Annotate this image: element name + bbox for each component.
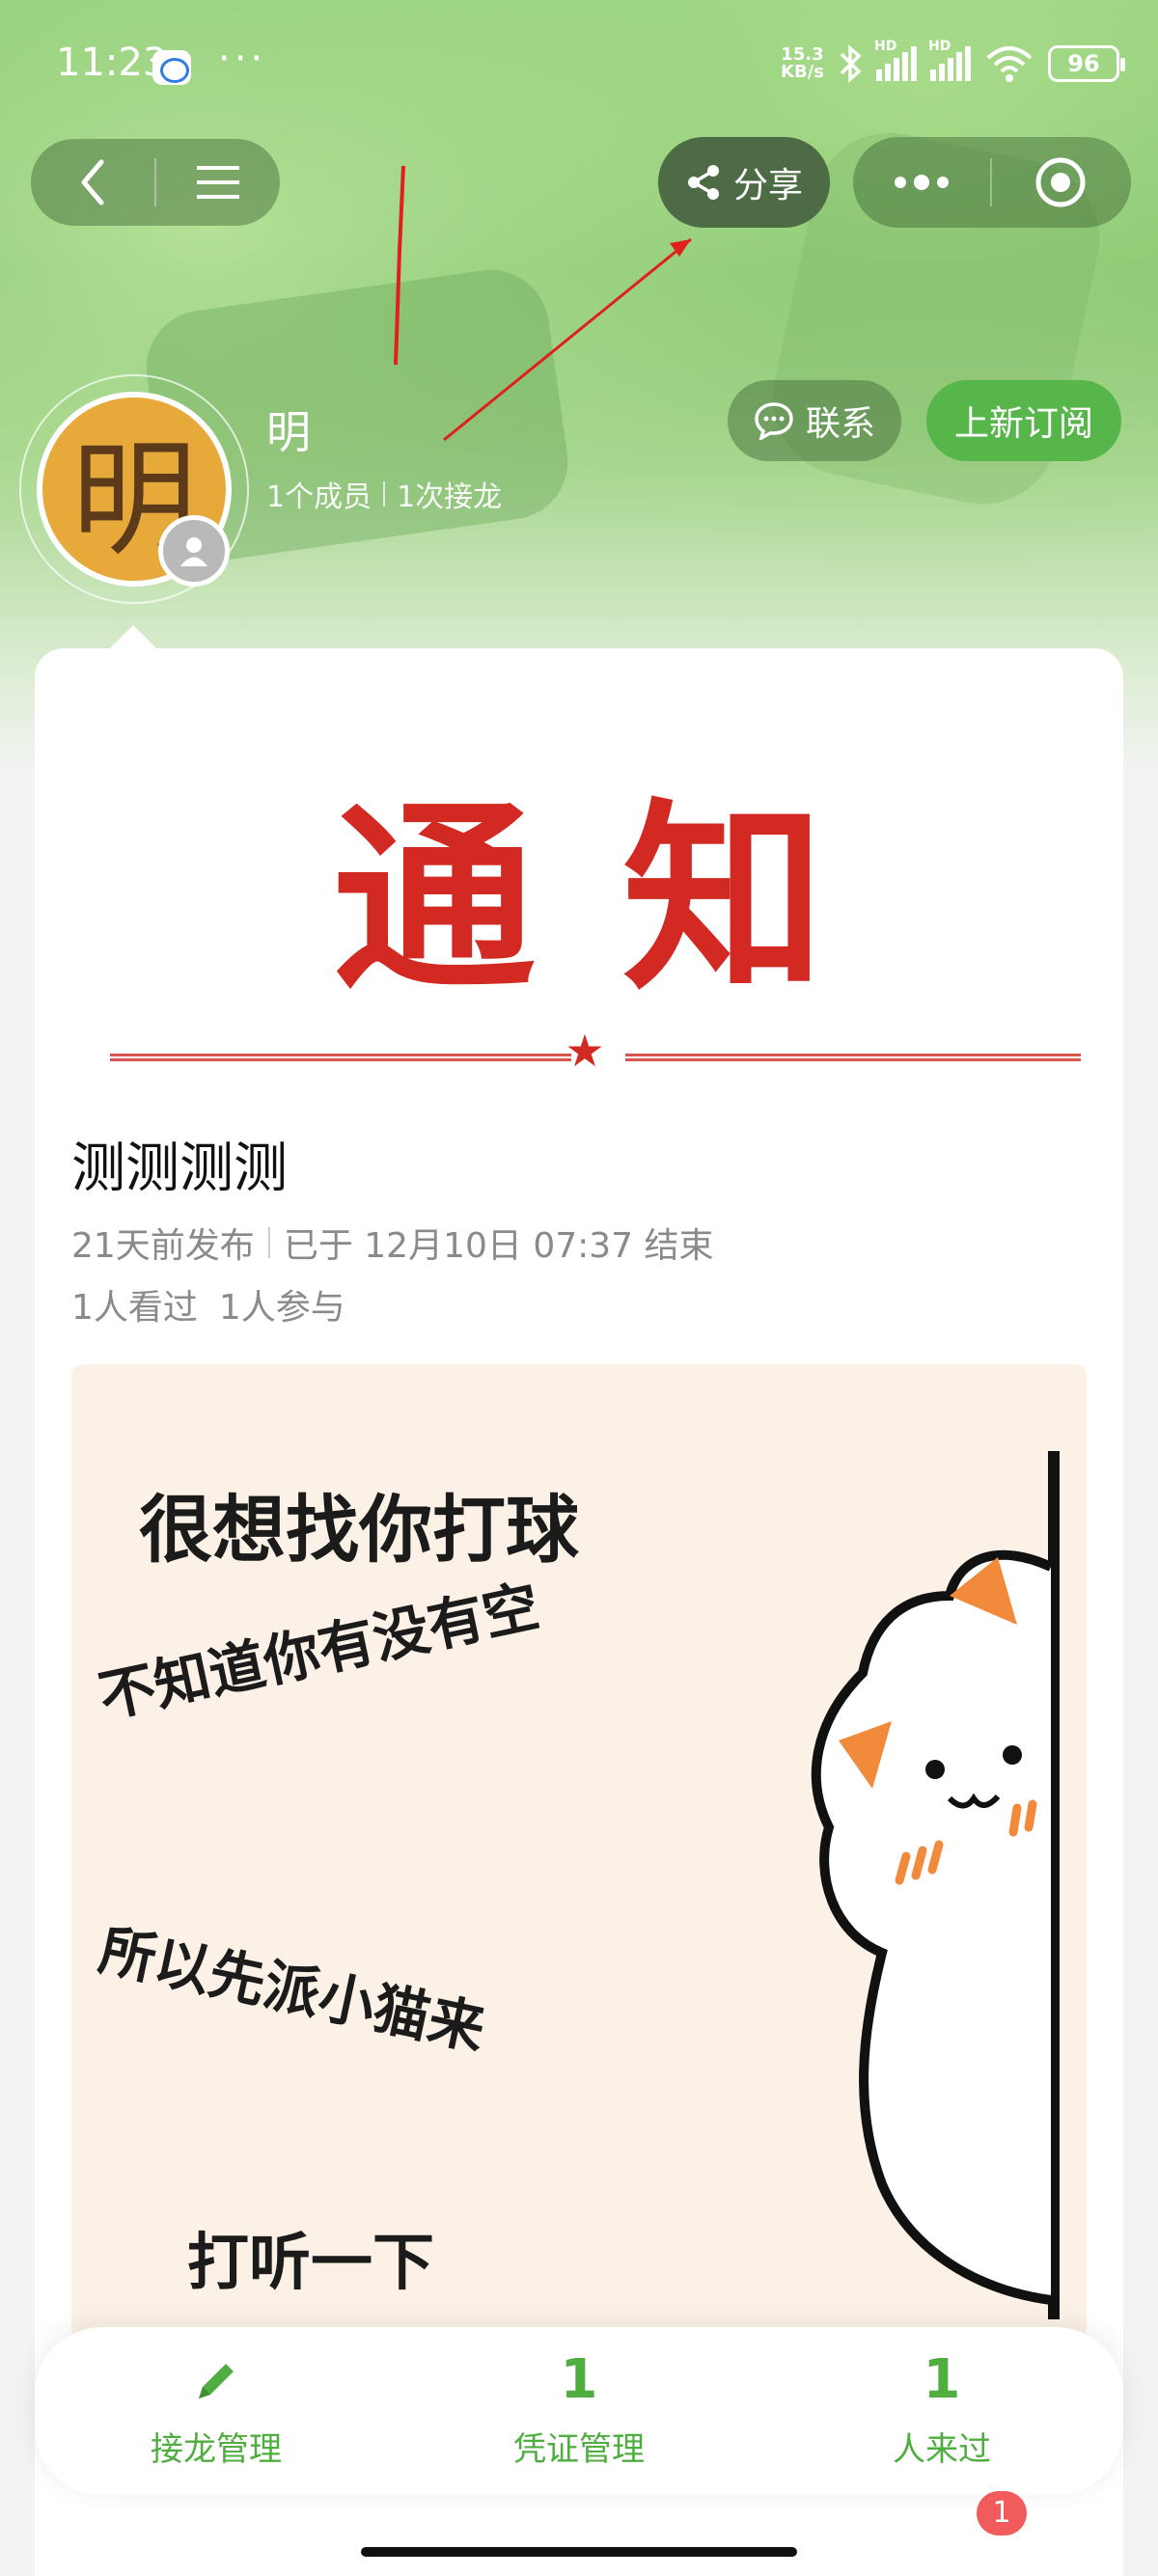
visitors-button[interactable]: 1 人来过 bbox=[760, 2327, 1123, 2495]
post-title: 测测测测 bbox=[71, 1137, 288, 1200]
visitor-count: 1 bbox=[923, 2347, 961, 2411]
more-options-button[interactable] bbox=[853, 137, 990, 228]
voucher-count: 1 bbox=[560, 2347, 598, 2411]
participant-count: 1人参与 bbox=[218, 1288, 345, 1328]
share-label: 分享 bbox=[732, 166, 803, 206]
nav-capsule-left bbox=[31, 139, 280, 226]
end-time: 已于 12月10日 07:37 结束 bbox=[283, 1226, 714, 1266]
status-bar: 11:23 ··· 15.3 KB/s HD HD 96 bbox=[0, 0, 1158, 135]
target-close-icon bbox=[1035, 157, 1086, 207]
contact-button[interactable]: 联系 bbox=[728, 380, 901, 461]
network-speed: 15.3 KB/s bbox=[781, 44, 824, 82]
post-stats: 1人看过 1人参与 bbox=[71, 1279, 345, 1329]
divider bbox=[383, 481, 386, 507]
avatar-person-badge bbox=[158, 515, 230, 587]
meme-text: 打听一下 bbox=[187, 2228, 434, 2299]
more-notifications-icon: ··· bbox=[218, 37, 267, 81]
avatar-pointer bbox=[110, 625, 156, 648]
post-image[interactable]: 很想找你打球 不知道你有没有空 所以先派小猫来 打听一下 ●● bbox=[71, 1364, 1087, 2368]
person-icon bbox=[180, 537, 207, 566]
menu-icon bbox=[197, 166, 239, 199]
battery-indicator: 96 bbox=[1048, 45, 1125, 82]
notification-app-icon bbox=[152, 50, 191, 85]
chevron-left-icon bbox=[81, 159, 104, 206]
view-count: 1人看过 bbox=[71, 1288, 198, 1328]
publish-time: 21天前发布 bbox=[71, 1226, 255, 1266]
notification-badge: 1 bbox=[977, 2491, 1027, 2535]
bluetooth-icon bbox=[840, 44, 862, 83]
contact-label: 联系 bbox=[805, 404, 875, 444]
meme-text: 所以先派小猫来 bbox=[94, 1916, 491, 2063]
action-label: 人来过 bbox=[893, 2429, 991, 2469]
divider bbox=[267, 1227, 270, 1258]
status-icons: 15.3 KB/s HD HD 96 bbox=[781, 39, 1125, 83]
divider bbox=[625, 1054, 1081, 1061]
chat-bubble-icon bbox=[755, 402, 793, 440]
share-button[interactable]: 分享 bbox=[658, 137, 830, 228]
action-label: 接龙管理 bbox=[151, 2429, 282, 2469]
menu-button[interactable] bbox=[156, 139, 280, 226]
star-icon: ★ bbox=[565, 1025, 605, 1077]
divider bbox=[110, 1054, 571, 1061]
relay-count: 1次接龙 bbox=[397, 480, 503, 514]
profile-stats: 1个成员 1次接龙 bbox=[266, 473, 502, 515]
back-button[interactable] bbox=[31, 139, 154, 226]
home-indicator[interactable] bbox=[361, 2547, 797, 2557]
signal-icon: HD bbox=[874, 39, 917, 81]
post-meta: 21天前发布 已于 12月10日 07:37 结束 bbox=[71, 1218, 714, 1268]
more-dots-icon bbox=[895, 175, 949, 190]
meme-text: 不知道你有没有空 bbox=[93, 1573, 545, 1731]
post-card: 通知 ★ 测测测测 21天前发布 已于 12月10日 07:37 结束 1人看过… bbox=[35, 648, 1123, 2576]
bottom-tab-bar bbox=[35, 2508, 1123, 2576]
bottom-action-bar: 接龙管理 1 凭证管理 1 人来过 bbox=[35, 2327, 1123, 2495]
signal-icon: HD bbox=[928, 39, 971, 81]
cat-illustration bbox=[811, 1451, 1060, 2319]
status-time: 11:23 bbox=[56, 41, 168, 85]
pencil-icon bbox=[191, 2353, 241, 2409]
action-label: 凭证管理 bbox=[513, 2429, 645, 2469]
member-count: 1个成员 bbox=[266, 480, 372, 514]
voucher-management-button[interactable]: 1 凭证管理 bbox=[398, 2327, 760, 2495]
notice-banner-title: 通知 bbox=[332, 780, 912, 1018]
share-icon bbox=[687, 165, 719, 200]
wifi-icon bbox=[986, 46, 1033, 82]
relay-management-button[interactable]: 接龙管理 bbox=[35, 2327, 398, 2495]
miniprogram-capsule bbox=[853, 137, 1131, 228]
close-miniprogram-button[interactable] bbox=[992, 137, 1129, 228]
subscribe-button[interactable]: 上新订阅 bbox=[926, 380, 1121, 461]
profile-name: 明 bbox=[266, 406, 311, 458]
